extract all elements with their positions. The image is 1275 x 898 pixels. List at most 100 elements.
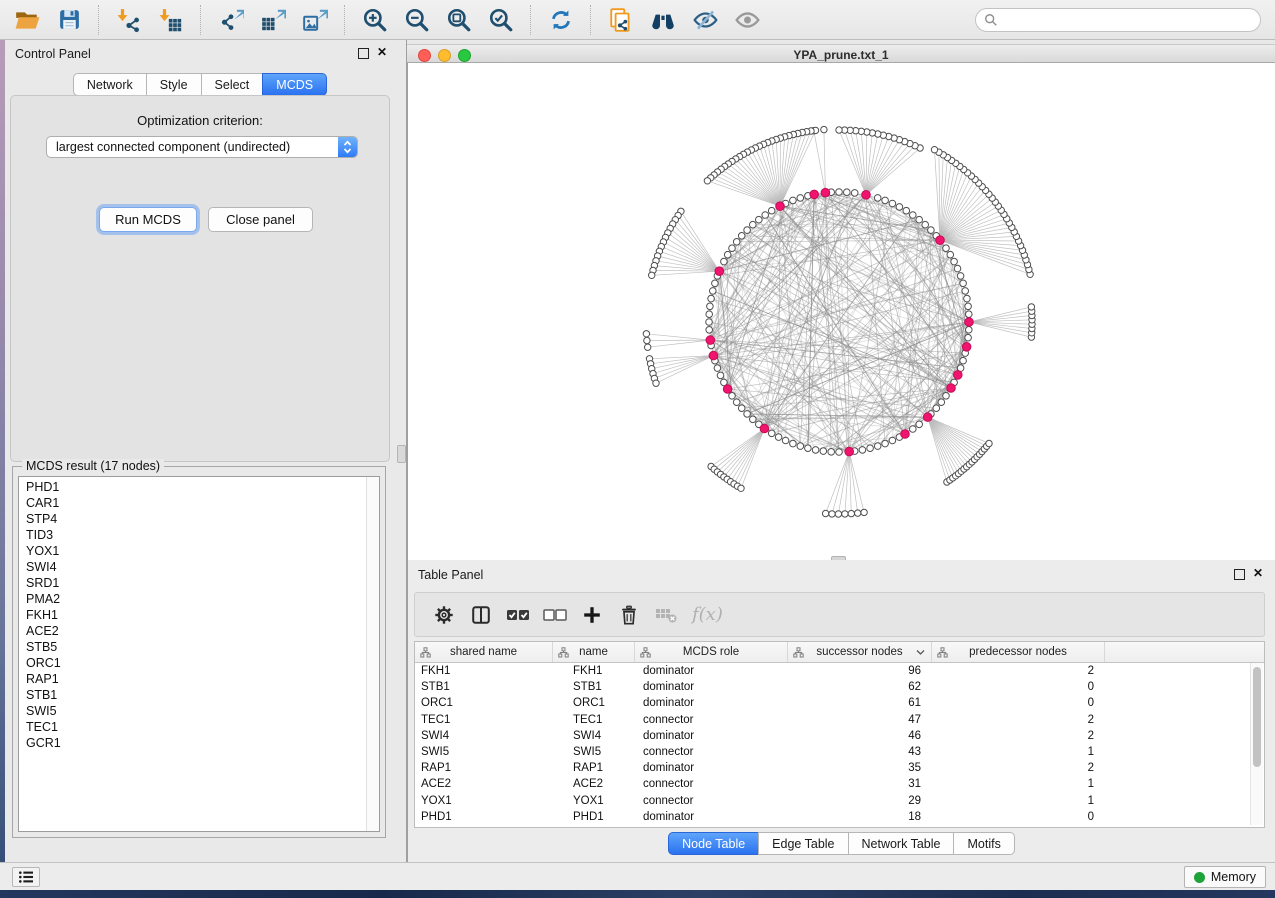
table-cell[interactable]: STB1 [553,679,635,695]
network-canvas[interactable] [407,63,1275,560]
table-cell[interactable]: PHD1 [415,809,553,825]
graph-node[interactable] [957,273,964,280]
table-cell[interactable]: 62 [788,679,932,695]
graph-node[interactable] [768,430,775,437]
graph-node[interactable] [836,189,843,196]
graph-node[interactable] [712,280,719,287]
graph-hub-node[interactable] [715,267,724,276]
tab-node-table[interactable]: Node Table [668,832,759,855]
table-cell[interactable]: ACE2 [415,776,553,792]
select-all-icon[interactable] [503,600,533,630]
graph-node[interactable] [775,434,782,441]
graph-node[interactable] [910,426,917,433]
graph-hub-node[interactable] [954,371,963,380]
table-scrollbar-thumb[interactable] [1253,667,1261,767]
table-scrollbar[interactable] [1250,663,1263,825]
table-cell[interactable]: 2 [932,712,1105,728]
export-image-icon[interactable] [298,4,332,36]
table-cell[interactable]: 35 [788,760,932,776]
graph-hub-node[interactable] [962,343,971,352]
graph-node[interactable] [653,380,659,386]
table-cell[interactable]: dominator [635,809,788,825]
hide-selected-eye-icon[interactable] [688,4,722,36]
table-cell[interactable]: 31 [788,776,932,792]
zoom-in-icon[interactable] [358,4,392,36]
graph-hub-node[interactable] [776,202,785,211]
column-header-MCDS-role[interactable]: MCDS role [635,642,788,662]
graph-node[interactable] [797,443,804,450]
graph-node[interactable] [861,509,867,515]
mcds-result-item[interactable]: YOX1 [19,543,367,559]
graph-node[interactable] [922,221,929,228]
network-graph[interactable] [408,63,1275,560]
float-table-panel-icon[interactable] [1234,569,1245,580]
graph-node[interactable] [729,245,736,252]
graph-node[interactable] [874,195,881,202]
graph-hub-node[interactable] [760,424,769,433]
graph-node[interactable] [835,511,841,517]
table-row[interactable]: ORC1ORC1dominator610 [415,695,1264,711]
table-row[interactable]: SWI5SWI5connector431 [415,744,1264,760]
mcds-result-item[interactable]: ORC1 [19,655,367,671]
table-cell[interactable]: connector [635,712,788,728]
table-cell[interactable]: 18 [788,809,932,825]
tab-edge-table[interactable]: Edge Table [758,832,848,855]
graph-node[interactable] [943,393,950,400]
add-column-icon[interactable] [577,600,607,630]
graph-node[interactable] [842,511,848,517]
table-cell[interactable]: 1 [932,776,1105,792]
graph-node[interactable] [859,447,866,454]
graph-node[interactable] [882,440,889,447]
mcds-result-item[interactable]: FKH1 [19,607,367,623]
graph-hub-node[interactable] [709,351,718,360]
table-cell[interactable]: dominator [635,663,788,679]
table-row[interactable]: RAP1RAP1dominator352 [415,760,1264,776]
graph-node[interactable] [821,126,827,132]
network-window-titlebar[interactable]: YPA_prune.txt_1 [407,44,1275,63]
graph-node[interactable] [790,440,797,447]
tab-motifs[interactable]: Motifs [953,832,1014,855]
table-cell[interactable]: 61 [788,695,932,711]
tab-network-table[interactable]: Network Table [848,832,955,855]
graph-node[interactable] [762,212,769,219]
graph-node[interactable] [960,357,967,364]
graph-node[interactable] [733,399,740,406]
graph-node[interactable] [874,443,881,450]
table-cell[interactable]: 47 [788,712,932,728]
graph-node[interactable] [706,319,713,326]
graph-hub-node[interactable] [965,318,974,327]
graph-node[interactable] [889,437,896,444]
splitter-handle[interactable] [397,445,406,463]
graph-node[interactable] [710,288,717,295]
clone-network-icon[interactable] [604,4,638,36]
table-row[interactable]: TEC1TEC1connector472 [415,712,1264,728]
mcds-result-item[interactable]: SWI5 [19,703,367,719]
table-cell[interactable]: TEC1 [553,712,635,728]
graph-node[interactable] [750,416,757,423]
mcds-result-item[interactable]: PMA2 [19,591,367,607]
graph-node[interactable] [649,272,655,278]
table-cell[interactable]: dominator [635,760,788,776]
table-row[interactable]: PHD1PHD1dominator180 [415,809,1264,825]
table-cell[interactable]: YOX1 [415,793,553,809]
table-cell[interactable]: dominator [635,695,788,711]
graph-node[interactable] [724,251,731,258]
table-cell[interactable]: 1 [932,744,1105,760]
graph-node[interactable] [797,195,804,202]
graph-hub-node[interactable] [821,188,830,197]
graph-node[interactable] [965,334,972,341]
graph-node[interactable] [729,393,736,400]
graph-node[interactable] [738,405,745,412]
table-row[interactable]: FKH1FKH1dominator962 [415,663,1264,679]
table-row[interactable]: ACE2ACE2connector311 [415,776,1264,792]
import-network-icon[interactable] [112,4,146,36]
graph-node[interactable] [721,258,728,265]
graph-node[interactable] [708,295,715,302]
graph-node[interactable] [836,449,843,456]
graph-node[interactable] [966,311,973,318]
graph-node[interactable] [954,265,961,272]
graph-node[interactable] [706,311,713,318]
graph-node[interactable] [822,510,828,516]
graph-node[interactable] [889,200,896,207]
graph-node[interactable] [707,303,714,310]
